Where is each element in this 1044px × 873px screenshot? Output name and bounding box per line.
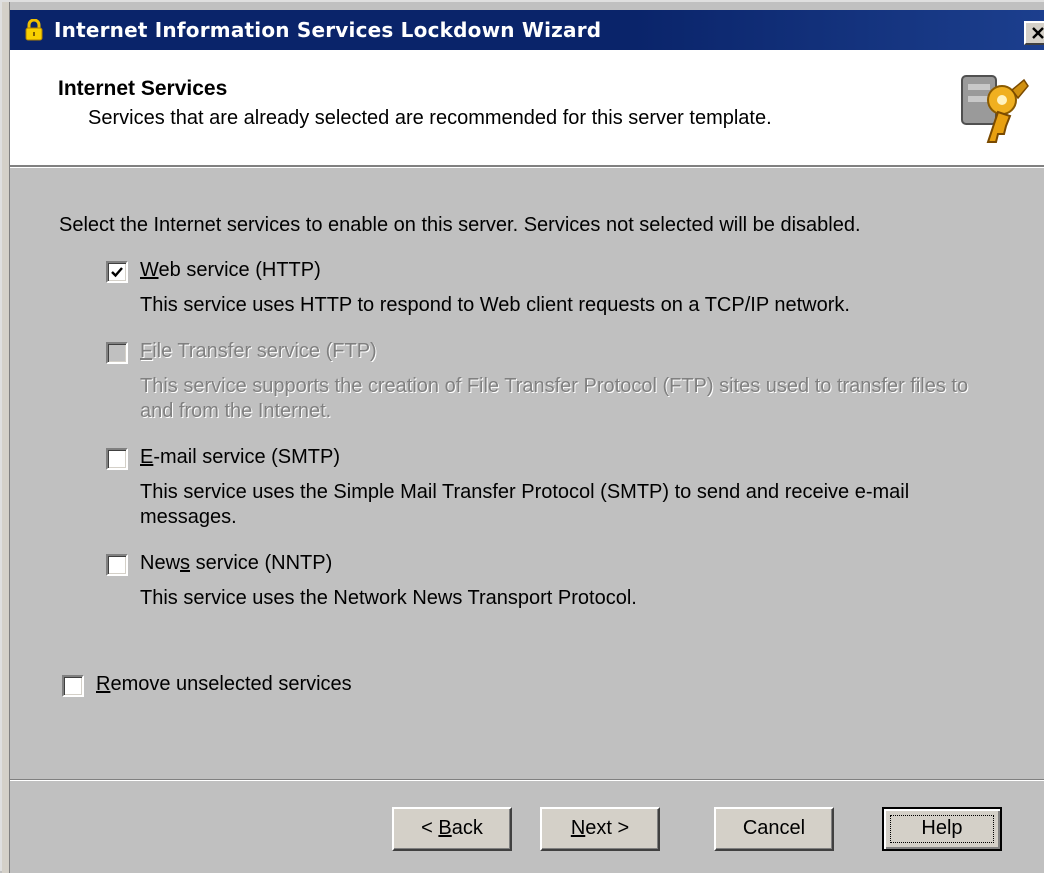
ftp-checkbox [106,342,128,364]
lock-icon [25,19,43,41]
wizard-window: Internet Information Services Lockdown W… [0,0,1044,873]
ftp-description: This service supports the creation of Fi… [140,375,969,422]
close-button[interactable] [1024,21,1044,45]
remove-unselected-checkbox[interactable] [62,675,84,697]
http-description: This service uses HTTP to respond to Web… [140,294,850,316]
smtp-checkbox[interactable] [106,448,128,470]
ftp-label: File Transfer service (FTP) [140,340,377,362]
back-button[interactable]: < Back [392,807,512,851]
page-subtitle: Services that are already selected are r… [88,107,772,129]
nntp-checkbox[interactable] [106,554,128,576]
smtp-description: This service uses the Simple Mail Transf… [140,481,910,528]
help-button[interactable]: Help [882,807,1002,851]
close-icon [1032,27,1044,39]
nntp-label[interactable]: News service (NNTP) [140,552,332,575]
cancel-button[interactable]: Cancel [714,807,834,851]
page-title: Internet Services [58,77,228,100]
checkmark-icon [111,267,123,278]
nntp-description: This service uses the Network News Trans… [140,587,637,609]
http-checkbox[interactable] [106,261,128,283]
http-label[interactable]: Web service (HTTP) [140,259,321,282]
wizard-header: Internet Services Services that are alre… [10,50,1044,168]
wizard-keys-icon [961,75,1029,143]
remove-unselected-label[interactable]: Remove unselected services [96,673,352,696]
title-bar[interactable]: Internet Information Services Lockdown W… [10,10,1044,50]
intro-text: Select the Internet services to enable o… [59,214,861,236]
footer-separator [10,779,1044,781]
focus-rectangle [890,815,994,843]
window-title: Internet Information Services Lockdown W… [54,18,602,42]
next-button[interactable]: Next > [540,807,660,851]
window-border [2,2,10,873]
smtp-label[interactable]: E-mail service (SMTP) [140,446,340,469]
